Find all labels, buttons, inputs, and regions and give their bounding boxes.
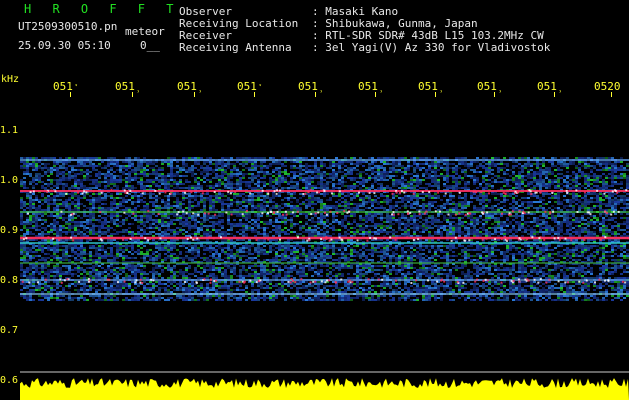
file-name: UT2509300510.pn — [18, 20, 118, 33]
y-axis-unit: kHz — [1, 74, 20, 85]
spectrogram-plot — [20, 91, 629, 373]
x-tick-mark — [611, 92, 612, 97]
x-tick-label: 051ˑ — [53, 80, 80, 93]
x-tick-mark — [194, 92, 195, 97]
y-axis: 1.1 1.0 0.9 0.8 0.7 0.6 — [0, 91, 20, 400]
x-tick-mark — [375, 92, 376, 97]
x-tick-mark — [435, 92, 436, 97]
y-tick-label: 0.6 — [0, 375, 19, 386]
x-tick-mark — [494, 92, 495, 97]
y-tick-label: 1.1 — [0, 125, 19, 136]
spectrogram-canvas — [20, 157, 629, 373]
y-tick-label: 0.7 — [0, 325, 19, 336]
timestamp: 25.09.30 05:10 — [18, 39, 111, 52]
x-tick-mark — [315, 92, 316, 97]
x-tick-label: 051ˑ — [237, 80, 264, 93]
x-tick-mark — [70, 92, 71, 97]
signal-level-strip — [20, 378, 629, 400]
info-label-antenna: Receiving Antenna — [179, 41, 292, 54]
y-tick-label: 0.9 — [0, 225, 19, 236]
x-tick-mark — [254, 92, 255, 97]
y-tick-label: 1.0 — [0, 175, 19, 186]
info-value-antenna: : 3el Yagi(V) Az 330 for Vladivostok — [312, 41, 551, 54]
app-title: H R O F F T — [24, 2, 181, 16]
x-tick-label: 0520 — [594, 80, 621, 93]
y-tick-label: 0.8 — [0, 275, 19, 286]
x-tick-mark — [554, 92, 555, 97]
status-text: 0__ — [140, 39, 160, 52]
hrofft-spectrogram-window: H R O F F T UT2509300510.pn meteor 25.09… — [0, 0, 629, 400]
file-name-suffix: meteor — [125, 25, 165, 38]
x-tick-mark — [132, 92, 133, 97]
